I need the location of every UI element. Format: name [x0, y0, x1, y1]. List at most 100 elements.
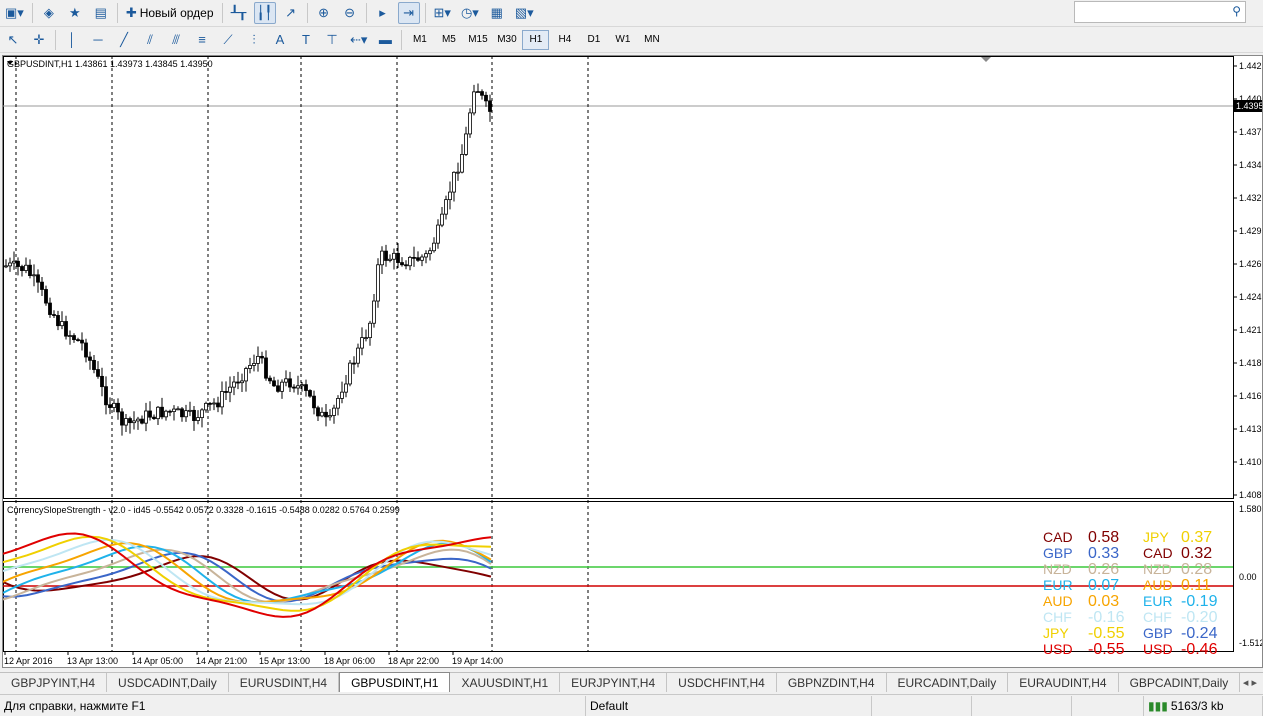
candle-body: [144, 410, 148, 424]
zoom-in-icon[interactable]: ⊕: [313, 2, 335, 24]
periods-icon[interactable]: ◷▾: [458, 2, 482, 24]
current-price-label: 1.4395: [1236, 101, 1262, 111]
candle-body: [96, 369, 100, 377]
timeframe-m30[interactable]: M30: [493, 30, 520, 50]
candle-body: [120, 411, 124, 426]
time-label: 18 Apr 06:00: [324, 656, 375, 666]
chart-tab[interactable]: XAUUSDINT,H1: [450, 673, 561, 692]
chart-tab[interactable]: GBPJPYINT,H4: [0, 673, 108, 692]
candle-body: [172, 408, 176, 412]
separator: [116, 3, 118, 23]
templates-icon[interactable]: ▦: [486, 2, 508, 24]
market-watch-icon[interactable]: ▤: [90, 2, 112, 24]
fibo-timezones-icon[interactable]: ⊤: [321, 29, 343, 51]
price-label: 1.424: [1239, 292, 1262, 302]
candle-body: [196, 417, 200, 421]
text-icon[interactable]: A: [269, 29, 291, 51]
chart-shift-marker: [981, 57, 991, 62]
candle-body: [284, 378, 288, 383]
chart-window[interactable]: 1.442 1.440 1.437 1.434 1.432 1.429 1.426 1.424…: [2, 55, 1263, 668]
chart-tab[interactable]: GBPCADINT,Daily: [1119, 673, 1241, 692]
chart-tab[interactable]: USDCHFINT,H4: [667, 673, 777, 692]
currency-name: CAD: [1143, 545, 1173, 561]
timeframe-m1[interactable]: M1: [406, 30, 433, 50]
crosshair-icon[interactable]: ✛: [28, 29, 50, 51]
candle-body: [332, 407, 336, 416]
gann-fan-icon[interactable]: ⟋: [217, 29, 239, 51]
line-chart-icon[interactable]: ↗: [280, 2, 302, 24]
candle-body: [176, 408, 180, 411]
currency-value: -0.46: [1181, 641, 1218, 658]
price-label: 1.434: [1239, 160, 1262, 170]
fibo-retracement-icon[interactable]: ≡: [191, 29, 213, 51]
profile-name: Default: [586, 695, 872, 716]
candle-body: [264, 357, 268, 379]
price-label: 1.432: [1239, 193, 1262, 203]
chart-tab[interactable]: USDCADINT,Daily: [107, 673, 229, 692]
separator: [424, 3, 426, 23]
favorites-icon[interactable]: ★: [64, 2, 86, 24]
autoscroll-icon[interactable]: ▸: [372, 2, 394, 24]
indicator-scale-label: 1.5807: [1239, 504, 1262, 514]
candle-body: [420, 256, 424, 261]
currency-name: CAD: [1043, 529, 1073, 545]
candle-body: [352, 362, 356, 365]
candle-body: [268, 377, 272, 382]
price-label: 1.413: [1239, 424, 1262, 434]
tab-scroll-arrows[interactable]: ◂ ▸: [1243, 676, 1257, 689]
chart-tab[interactable]: EURJPYINT,H4: [560, 673, 668, 692]
indicators-icon[interactable]: ⊞▾: [431, 2, 454, 24]
chart-shift-icon[interactable]: ⇥: [397, 2, 420, 24]
candle-body: [416, 257, 420, 261]
timeframe-h1[interactable]: H1: [522, 29, 550, 50]
horizontal-line-icon[interactable]: ─: [87, 29, 109, 51]
vertical-line-icon[interactable]: │: [61, 29, 83, 51]
candlestick-icon[interactable]: ╽╿: [253, 2, 276, 24]
new-chart-icon[interactable]: ▣▾: [2, 2, 27, 24]
candle-body: [440, 213, 444, 226]
new-order-label: Новый ордер: [139, 6, 214, 20]
chart-tab[interactable]: EURUSDINT,H4: [229, 673, 340, 692]
timeframe-d1[interactable]: D1: [580, 30, 607, 50]
cursor-icon[interactable]: ↖: [2, 29, 24, 51]
candle-body: [424, 253, 428, 258]
std-deviation-channel-icon[interactable]: ⫻: [165, 29, 187, 51]
chart-settings-icon[interactable]: ▧▾: [512, 2, 537, 24]
zoom-out-icon[interactable]: ⊖: [339, 2, 361, 24]
connection-icon: ▮▮▮: [1148, 698, 1168, 713]
bar-chart-icon[interactable]: ┸┰: [228, 2, 250, 24]
arrows-icon[interactable]: ⇠▾: [347, 29, 370, 51]
timeframe-m5[interactable]: M5: [435, 30, 462, 50]
status-cell: [872, 695, 972, 716]
fibo-fan-icon[interactable]: ⫶: [243, 29, 265, 51]
timeframe-m15[interactable]: M15: [464, 30, 491, 50]
candle-body: [160, 406, 164, 418]
chart-tab[interactable]: GBPUSDINT,H1: [339, 672, 451, 692]
profiles-icon[interactable]: ◈: [38, 2, 60, 24]
candle-body: [372, 300, 376, 324]
candle-body: [324, 411, 328, 418]
main-pane-border: [3, 56, 1234, 499]
candle-body: [392, 252, 396, 260]
text-label-icon[interactable]: T: [295, 29, 317, 51]
equidistant-channel-icon[interactable]: ⫽: [139, 29, 161, 51]
currency-name: CHF: [1043, 609, 1072, 625]
timeframe-mn[interactable]: MN: [638, 30, 665, 50]
currency-strength-line: [3, 555, 492, 601]
candle-body: [476, 91, 480, 94]
chart-tab[interactable]: EURCADINT,Daily: [887, 673, 1009, 692]
search-input[interactable]: ⚲: [1074, 1, 1246, 23]
candle-body: [364, 337, 368, 340]
candle-body: [16, 260, 20, 267]
new-order-button[interactable]: ✚ Новый ордер: [123, 2, 217, 24]
status-cell: [972, 695, 1072, 716]
chart-tab[interactable]: EURAUDINT,H4: [1008, 673, 1119, 692]
chart-tab[interactable]: GBPNZDINT,H4: [777, 673, 887, 692]
candle-body: [40, 281, 44, 290]
candle-body: [296, 385, 300, 389]
rectangle-icon[interactable]: ▬: [374, 29, 396, 51]
trendline-icon[interactable]: ╱: [113, 29, 135, 51]
timeframe-h4[interactable]: H4: [551, 30, 578, 50]
chart-canvas[interactable]: 1.4421.4401.4371.4341.4321.4291.4261.424…: [3, 56, 1262, 667]
timeframe-w1[interactable]: W1: [609, 30, 636, 50]
